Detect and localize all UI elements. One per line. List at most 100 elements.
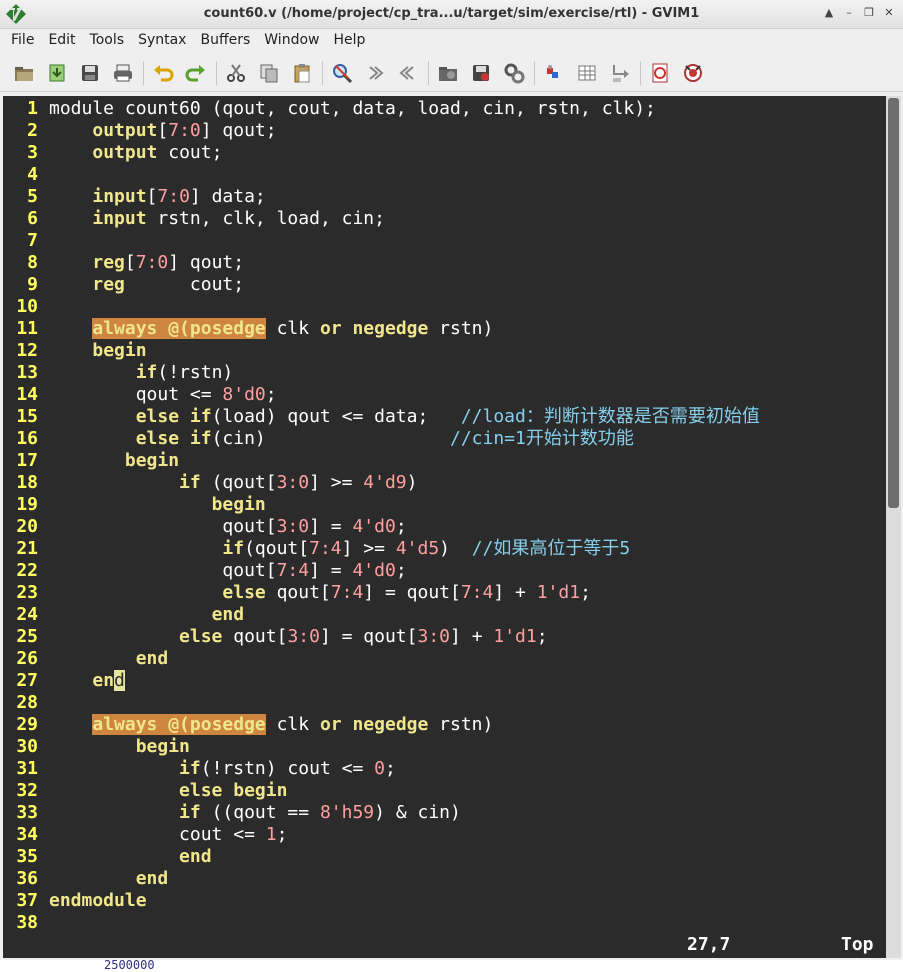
code-line[interactable]: 30 begin: [3, 736, 190, 758]
find-next-button[interactable]: [361, 59, 389, 87]
code-token: cout <=: [49, 824, 266, 845]
code-line[interactable]: 21 if(qout[7:4] >= 4'd5) //如果高位于等于5: [3, 538, 630, 560]
code-token: input: [92, 186, 147, 207]
code-line[interactable]: 6 input rstn, clk, load, cin;: [3, 208, 385, 230]
code-line[interactable]: 35 end: [3, 846, 211, 868]
code-line[interactable]: 4: [3, 164, 49, 186]
code-line[interactable]: 7: [3, 230, 49, 252]
code-token: ] qout;: [200, 120, 277, 141]
maximize-button[interactable]: ❐: [861, 5, 877, 21]
menu-buffers[interactable]: Buffers: [193, 32, 257, 48]
code-line[interactable]: 2 output[7:0] qout;: [3, 120, 277, 142]
menu-help[interactable]: Help: [326, 32, 372, 48]
menu-syntax[interactable]: Syntax: [131, 32, 193, 48]
code-line[interactable]: 5 input[7:0] data;: [3, 186, 266, 208]
line-text: end: [49, 670, 125, 692]
code-line[interactable]: 9 reg cout;: [3, 274, 244, 296]
ctags-jump-button[interactable]: [606, 59, 634, 87]
code-line[interactable]: 27 end: [3, 670, 125, 692]
code-line[interactable]: 33 if ((qout == 8'h59) & cin): [3, 802, 461, 824]
code-line[interactable]: 28: [3, 692, 49, 714]
paste-button[interactable]: [288, 59, 316, 87]
help-button[interactable]: [646, 59, 674, 87]
code-line[interactable]: 26 end: [3, 648, 168, 670]
redo-icon: [185, 64, 205, 81]
line-number: 12: [16, 340, 38, 361]
close-button[interactable]: ✕: [881, 5, 897, 21]
minimize-button[interactable]: –: [841, 5, 857, 21]
copy-button[interactable]: [255, 59, 283, 87]
line-number: 4: [27, 164, 38, 185]
menu-bar: File Edit Tools Syntax Buffers Window He…: [0, 29, 903, 51]
code-line[interactable]: 24 end: [3, 604, 244, 626]
redo-button[interactable]: [182, 59, 210, 87]
code-line[interactable]: 11 always @(posedge clk or negedge rstn): [3, 318, 493, 340]
line-number: 38: [16, 912, 38, 933]
code-token: //cin=1开始计数功能: [449, 428, 634, 449]
code-line[interactable]: 17 begin: [3, 450, 179, 472]
code-line[interactable]: 34 cout <= 1;: [3, 824, 287, 846]
line-number: 33: [16, 802, 38, 823]
menu-tools[interactable]: Tools: [83, 32, 132, 48]
code-token: module: [49, 98, 115, 119]
line-number: 25: [16, 626, 38, 647]
code-line[interactable]: 12 begin: [3, 340, 146, 362]
code-line[interactable]: 23 else qout[7:4] = qout[7:4] + 1'd1;: [3, 582, 591, 604]
vertical-scrollbar[interactable]: [886, 96, 901, 958]
line-text: qout <= 8'd0;: [49, 384, 277, 406]
menu-edit[interactable]: Edit: [41, 32, 82, 48]
line-number: 19: [16, 494, 38, 515]
code-line[interactable]: 22 qout[7:4] = 4'd0;: [3, 560, 406, 582]
code-line[interactable]: 19 begin: [3, 494, 265, 516]
menu-file[interactable]: File: [4, 32, 41, 48]
scrollbar-thumb[interactable]: [888, 98, 899, 508]
shell-button[interactable]: [573, 59, 601, 87]
find-help-button[interactable]: [679, 59, 707, 87]
code-line[interactable]: 20 qout[3:0] = 4'd0;: [3, 516, 406, 538]
code-line[interactable]: 14 qout <= 8'd0;: [3, 384, 277, 406]
save-session-2-button[interactable]: [467, 59, 495, 87]
open-button[interactable]: [10, 59, 38, 87]
code-line[interactable]: 38: [3, 912, 49, 934]
code-line[interactable]: 10: [3, 296, 49, 318]
find-prev-button[interactable]: [394, 59, 422, 87]
load-session-icon: [439, 66, 457, 81]
line-number: 17: [16, 450, 38, 471]
undo-button[interactable]: [149, 59, 177, 87]
line-text: begin: [49, 450, 179, 472]
toolbar: [0, 54, 903, 92]
scroll-position: Top: [841, 934, 874, 955]
code-line[interactable]: 16 else if(cin) //cin=1开始计数功能: [3, 428, 634, 450]
make-button[interactable]: [540, 59, 568, 87]
code-line[interactable]: 32 else begin: [3, 780, 287, 802]
code-editor[interactable]: 27,7 Top 1 module count60 (qout, cout, da…: [3, 96, 886, 958]
cut-button[interactable]: [222, 59, 250, 87]
code-line[interactable]: 13 if(!rstn): [3, 362, 233, 384]
code-line[interactable]: 37 endmodule: [3, 890, 146, 912]
line-text: reg[7:0] qout;: [49, 252, 244, 274]
save-session-button[interactable]: [43, 59, 71, 87]
code-token: ) & cin): [374, 802, 461, 823]
code-line[interactable]: 25 else qout[3:0] = qout[3:0] + 1'd1;: [3, 626, 547, 648]
code-line[interactable]: 15 else if(load) qout <= data; //load：判断…: [3, 406, 760, 428]
shade-button[interactable]: ▲: [821, 5, 837, 21]
line-text: if (qout[3:0] >= 4'd9): [49, 472, 418, 494]
code-token: ): [406, 472, 418, 493]
run-script-button[interactable]: [500, 59, 528, 87]
line-number: 35: [16, 846, 38, 867]
code-line[interactable]: 29 always @(posedge clk or negedge rstn): [3, 714, 493, 736]
print-button[interactable]: [109, 59, 137, 87]
menu-window[interactable]: Window: [257, 32, 326, 48]
code-line[interactable]: 8 reg[7:0] qout;: [3, 252, 244, 274]
code-line[interactable]: 3 output cout;: [3, 142, 222, 164]
code-line[interactable]: 1 module count60 (qout, cout, data, load,…: [3, 98, 656, 120]
code-line[interactable]: 18 if (qout[3:0] >= 4'd9): [3, 472, 418, 494]
code-line[interactable]: 36 end: [3, 868, 168, 890]
code-line[interactable]: 31 if(!rstn) cout <= 0;: [3, 758, 396, 780]
status-line: 27,7 Top: [3, 928, 886, 958]
find-replace-button[interactable]: [328, 59, 356, 87]
load-session-button[interactable]: [434, 59, 462, 87]
line-number: 11: [16, 318, 38, 339]
save-button[interactable]: [76, 59, 104, 87]
